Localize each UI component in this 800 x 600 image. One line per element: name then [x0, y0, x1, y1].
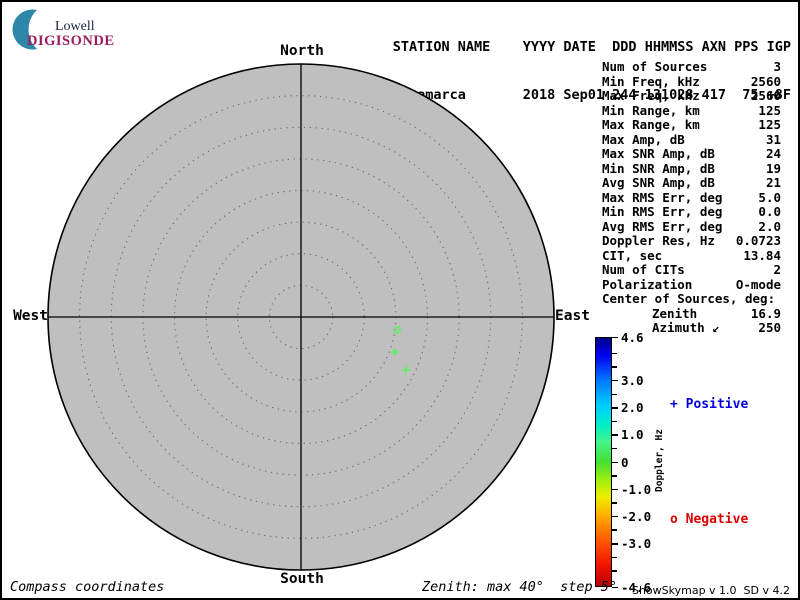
stats-row: Polarization O-mode [602, 276, 781, 293]
logo-digisonde-text: DIGISONDE [27, 33, 115, 49]
colorbar-minor-tick [612, 420, 617, 423]
stats-row: Max RMS Err, deg 5.0 [602, 189, 781, 206]
stat-value: 24 [765, 146, 781, 161]
legend-negative: o Negative [670, 512, 749, 527]
stat-label: Avg RMS Err, deg [602, 218, 723, 234]
stats-row: Max Range, km 125 [602, 117, 781, 133]
stats-row: Max Amp, dB 31 [602, 131, 781, 148]
stats-row: Num of Sources 3 [602, 59, 781, 75]
stats-row: Zenith 16.9 [602, 305, 781, 322]
stat-label: Min SNR Amp, dB [602, 160, 715, 176]
stat-label: Zenith [652, 305, 698, 321]
stats-row: CIT, sec 13.84 [602, 247, 781, 264]
compass-label-north: North [280, 43, 324, 59]
stat-label: Min RMS Err, deg [602, 204, 723, 219]
stat-label: Azimuth ↙ [652, 320, 720, 335]
stats-row: Avg SNR Amp, dB 21 [602, 175, 781, 191]
stat-label: Center of Sources, deg: [602, 291, 776, 306]
stat-value: 2560 [750, 88, 781, 103]
colorbar-minor-tick [612, 366, 617, 368]
colorbar-major-tick [612, 488, 618, 491]
colorbar-minor-tick [612, 570, 617, 572]
header-columns-row: STATION NAME YYYY DATE DDD HHMMSS AXN PP… [392, 39, 791, 55]
stats-row: Min Freq, kHz 2560 [602, 73, 781, 90]
stat-label: Num of Sources [602, 59, 708, 74]
stats-row: Num of CITs 2 [602, 262, 781, 278]
stat-value: 5.0 [758, 189, 781, 205]
stat-label: CIT, sec [602, 247, 663, 263]
lowell-digisonde-logo: Lowell DIGISONDE [10, 6, 240, 50]
colorbar-tick-label: -2.0 [621, 508, 652, 524]
legend-positive: + Positive [670, 397, 749, 412]
stats-row: Max Freq, kHz 2560 [602, 88, 781, 104]
colorbar-minor-tick [612, 502, 617, 504]
stat-value: 125 [758, 102, 781, 118]
colorbar-tick-label: 2.0 [621, 400, 644, 416]
stat-label: Min Range, km [602, 102, 700, 118]
version-label: ShowSkymap v 1.0 SD v 4.2 [631, 584, 790, 597]
showskymap-window: Lowell DIGISONDE STATION NAME YYYY DATE … [0, 0, 800, 600]
compass-label-east: East [555, 308, 590, 324]
compass-label-west: West [13, 308, 48, 324]
colorbar-major-tick [612, 461, 618, 463]
zenith-range-label: Zenith: max 40° step 5° [422, 579, 618, 595]
stat-label: Max Range, km [602, 117, 700, 132]
stat-label: Max RMS Err, deg [602, 189, 723, 205]
colorbar-major-tick [612, 407, 618, 409]
stat-label: Polarization [602, 276, 693, 292]
colorbar-minor-tick [612, 556, 617, 559]
colorbar-gradient [595, 337, 612, 587]
stat-value: 31 [765, 131, 781, 147]
stats-row: Max SNR Amp, dB 24 [602, 146, 781, 162]
colorbar-minor-tick [612, 447, 617, 450]
colorbar-minor-tick [612, 475, 617, 477]
stat-label: Avg SNR Amp, dB [602, 175, 715, 190]
measurement-stats-panel: Num of Sources 3 Min Freq, kHz 2560 Max Freq… [602, 59, 781, 336]
stat-value: 19 [765, 160, 781, 176]
stats-row: Avg RMS Err, deg 2.0 [602, 218, 781, 235]
stat-value: 125 [758, 117, 781, 132]
colorbar-tick-label: 4.6 [621, 329, 644, 345]
stats-row: Min SNR Amp, dB 19 [602, 160, 781, 177]
colorbar-major-tick [612, 336, 618, 338]
doppler-colorbar: 4.6 3.0 2.0 1.0 0 -1.0 -2.0 -3.0 -4.6 [595, 331, 651, 594]
colorbar-minor-tick [612, 393, 617, 396]
stats-row: Center of Sources, deg: [602, 291, 781, 307]
colorbar-major-tick [612, 379, 618, 382]
compass-label-south: South [280, 571, 324, 587]
stat-label: Min Freq, kHz [602, 73, 700, 89]
stat-value: 3 [773, 59, 781, 74]
stats-row: Doppler Res, Hz 0.0723 [602, 233, 781, 249]
skymap-plot [47, 63, 555, 571]
stat-label: Max Freq, kHz [602, 88, 700, 103]
colorbar-major-tick [612, 434, 618, 436]
colorbar-axis-label: Doppler, Hz [654, 429, 665, 492]
stat-label: Doppler Res, Hz [602, 233, 715, 248]
stat-label: Max Amp, dB [602, 131, 685, 147]
stat-value: 0.0723 [735, 233, 781, 248]
colorbar-minor-tick [612, 352, 617, 355]
stat-value: 2 [773, 262, 781, 277]
stat-value: 250 [758, 320, 781, 335]
stat-value: 2.0 [758, 218, 781, 234]
stat-value: 21 [765, 175, 781, 190]
stat-value: O-mode [735, 276, 781, 292]
stats-row: Min Range, km 125 [602, 102, 781, 119]
coordinates-mode-label: Compass coordinates [10, 579, 165, 595]
colorbar-tick-label: 0 [621, 454, 629, 470]
colorbar-minor-tick [612, 529, 617, 531]
colorbar-tick-label: -3.0 [621, 536, 652, 552]
stats-row: Min RMS Err, deg 0.0 [602, 204, 781, 220]
stat-label: Max SNR Amp, dB [602, 146, 715, 161]
stat-value: 16.9 [750, 305, 781, 321]
colorbar-major-tick [612, 515, 618, 518]
stat-value: 2560 [750, 73, 781, 89]
stat-label: Num of CITs [602, 262, 685, 277]
colorbar-tick-label: 3.0 [621, 372, 644, 388]
stat-value: 0.0 [758, 204, 781, 219]
colorbar-major-tick [612, 543, 618, 545]
stat-value: 13.84 [743, 247, 781, 263]
